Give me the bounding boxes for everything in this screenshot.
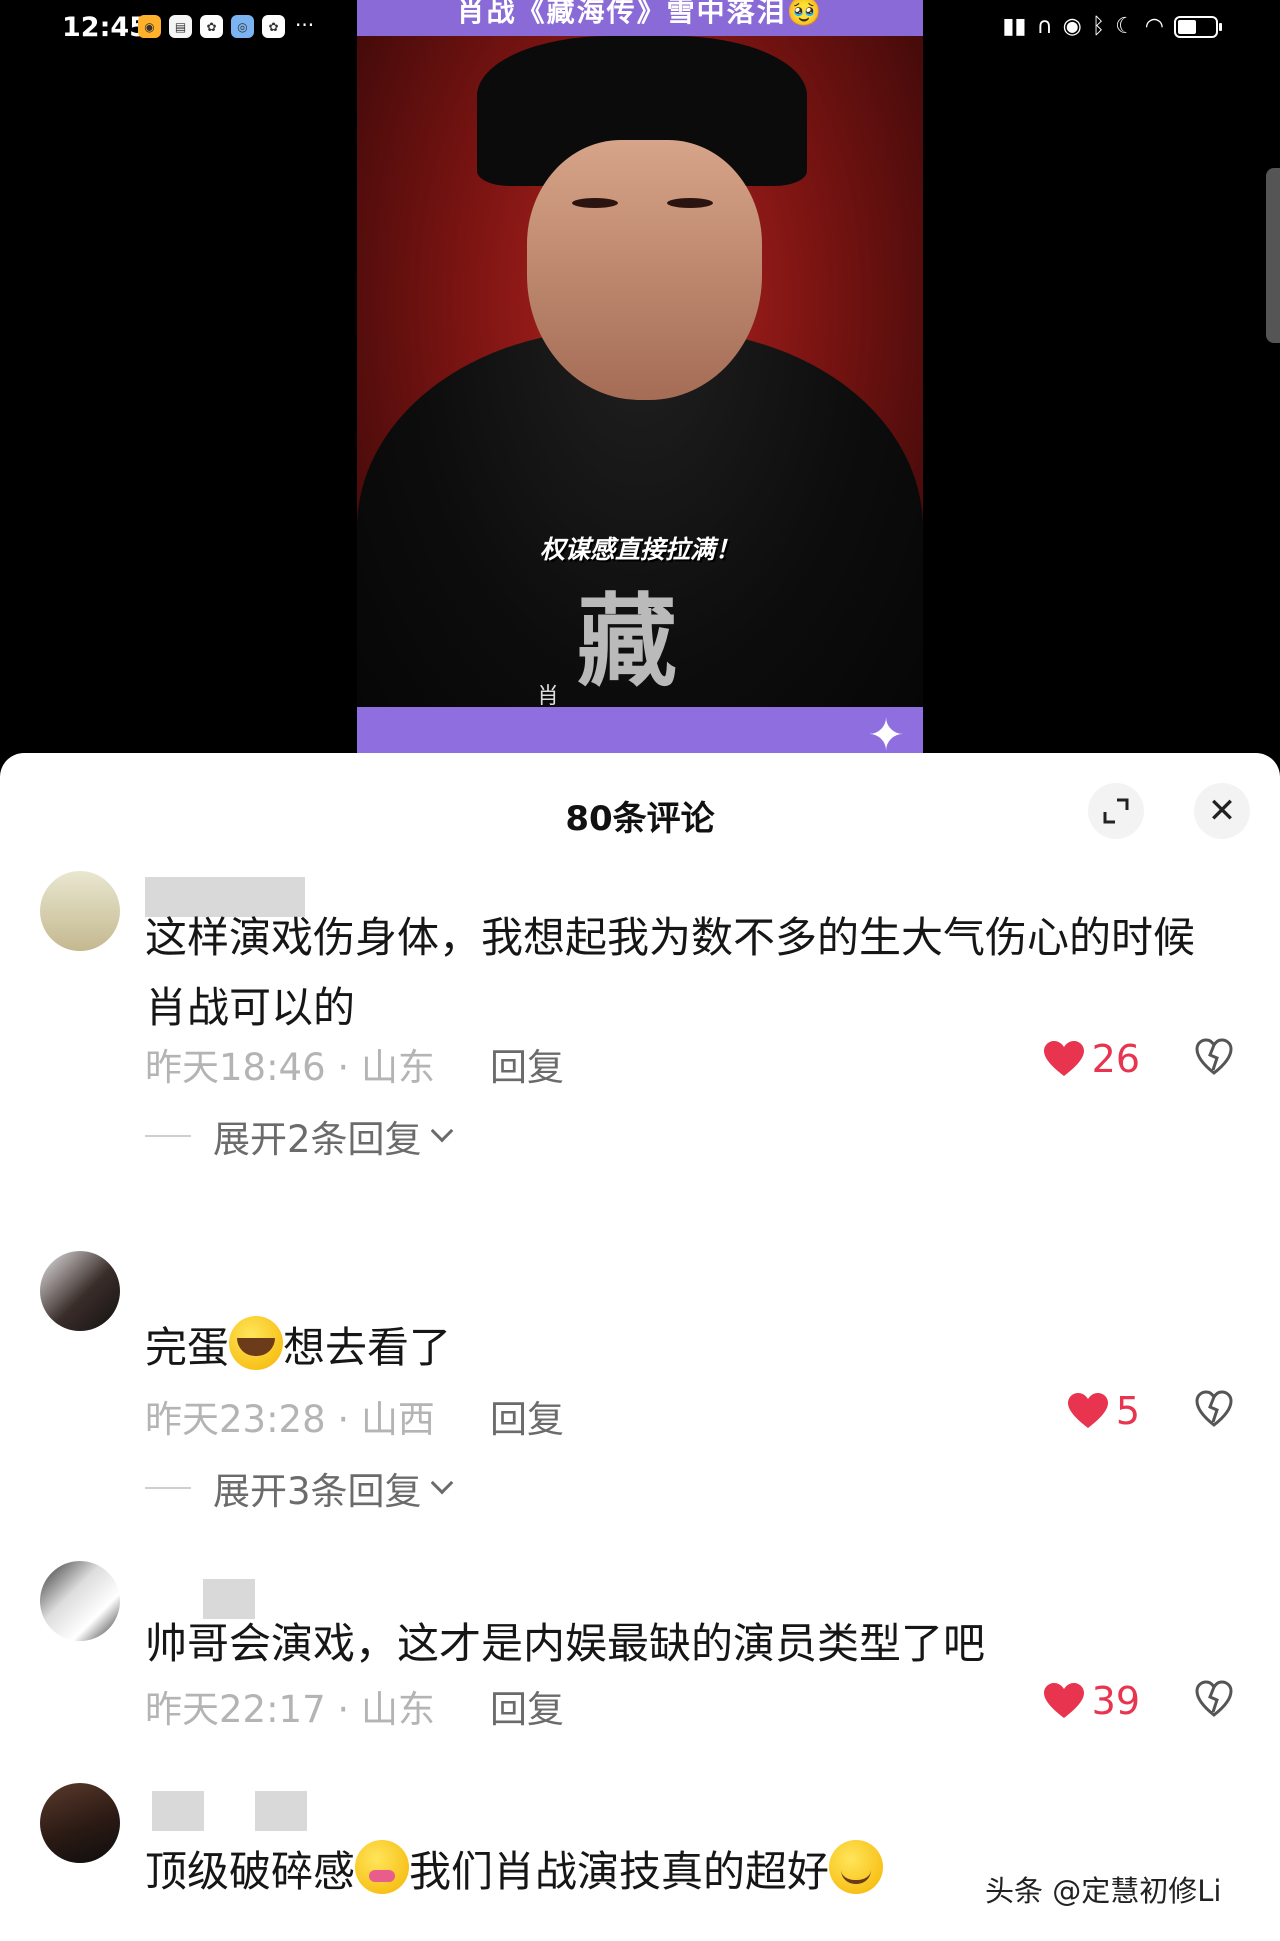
comment-text: 完蛋 想去看了 — [145, 1313, 1245, 1383]
comment-meta: 昨天22:17 · 山东 — [145, 1679, 435, 1733]
notification-icons: ◉ ▤ ✿ ◎ ✿ ··· — [138, 15, 314, 38]
comment-text-part: 完蛋 — [145, 1323, 230, 1372]
comment-location: 山东 — [360, 1688, 435, 1731]
laugh-cry-emoji-icon — [229, 1316, 284, 1370]
sparkle-icon[interactable]: ✦ — [863, 713, 909, 756]
comment-location: 山西 — [360, 1398, 435, 1441]
comment-text: 帅哥会演戏，这才是内娱最缺的演员类型了吧 — [145, 1619, 986, 1668]
eye-icon: ◉ — [1062, 14, 1082, 39]
comment-text-part: 顶级破碎感 — [145, 1847, 356, 1896]
reply-button[interactable]: 回复 — [490, 1389, 564, 1443]
comment-time: 昨天22:17 — [145, 1688, 326, 1731]
weibo-icon: ◉ — [138, 15, 161, 38]
avatar[interactable] — [40, 1251, 120, 1331]
comment-text: 这样演戏伤身体，我想起我为数不多的生大气伤心的时候 肖战可以的 — [145, 913, 1196, 1032]
divider-line — [145, 1135, 191, 1137]
meta-separator: · — [325, 1046, 361, 1089]
heart-icon — [1043, 1041, 1084, 1076]
expand-icon — [1103, 798, 1129, 824]
watermark: 头条 @定慧初修Li — [985, 1874, 1222, 1908]
reply-button[interactable]: 回复 — [490, 1679, 564, 1733]
wifi-icon: ◠ — [1144, 14, 1164, 39]
comment-text-part: 我们肖战演技真的超好 — [409, 1847, 830, 1896]
comment-time: 昨天18:46 — [145, 1046, 326, 1089]
username-blurred[interactable] — [152, 1791, 204, 1831]
headphone-icon: ∩ — [1036, 14, 1053, 39]
like-button[interactable]: 26 — [1043, 1037, 1140, 1081]
divider-line — [145, 1487, 191, 1489]
avatar[interactable] — [40, 1561, 120, 1641]
meta-separator: · — [325, 1398, 361, 1441]
video-figure-eye — [572, 198, 618, 208]
dislike-icon[interactable] — [1194, 1389, 1234, 1429]
reply-button[interactable]: 回复 — [490, 1037, 564, 1091]
video-player[interactable]: 肖战《藏海传》雪中落泪🥹 权谋感直接拉满！ 藏 肖 ✦ — [357, 0, 923, 755]
notes-icon: ▤ — [169, 15, 192, 38]
chevron-down-icon — [430, 1471, 453, 1495]
meta-separator: · — [325, 1688, 361, 1731]
system-icons: ▮▮ ∩ ◉ ᛒ ☾ ◠ — [1002, 14, 1222, 39]
chevron-down-icon — [430, 1119, 453, 1143]
video-figure-face — [527, 140, 762, 400]
expand-replies-button[interactable]: 展开2条回复 — [145, 1109, 453, 1163]
heart-icon — [1043, 1683, 1084, 1718]
comment-meta: 昨天18:46 · 山东 — [145, 1037, 435, 1091]
sim-icon: ▮▮ — [1002, 14, 1027, 39]
video-title-art: 藏 — [577, 582, 677, 700]
status-time: 12:45 — [62, 12, 148, 43]
comment-time: 昨天23:28 — [145, 1398, 326, 1441]
bluetooth-icon: ᛒ — [1091, 14, 1106, 39]
username-blurred[interactable] — [255, 1791, 307, 1831]
baidu-icon: ✿ — [262, 15, 285, 38]
like-count: 39 — [1091, 1679, 1140, 1723]
expand-replies-button[interactable]: 展开3条回复 — [145, 1461, 453, 1515]
comment-location: 山东 — [360, 1046, 435, 1089]
expand-replies-label: 展开2条回复 — [213, 1118, 422, 1161]
holding-tears-emoji-icon — [355, 1840, 410, 1894]
fullscreen-button[interactable] — [1088, 783, 1144, 839]
comment-text-part: 想去看了 — [283, 1323, 452, 1372]
close-icon: ✕ — [1207, 791, 1237, 831]
dislike-icon[interactable] — [1194, 1037, 1234, 1077]
like-count: 5 — [1115, 1389, 1140, 1433]
video-figure-eye — [667, 198, 713, 208]
video-author: 肖 — [537, 684, 560, 709]
smug-emoji-icon — [829, 1840, 884, 1894]
heart-icon — [1067, 1393, 1108, 1428]
avatar[interactable] — [40, 871, 120, 951]
expand-replies-label: 展开3条回复 — [213, 1470, 422, 1513]
comment-meta: 昨天23:28 · 山西 — [145, 1389, 435, 1443]
browser-icon: ◎ — [231, 15, 254, 38]
side-drag-handle[interactable] — [1266, 168, 1280, 343]
comment-sheet: 80条评论 ✕ 这样演戏伤身体，我想起我为数不多的生大气伤心的时候 肖战可以的 … — [0, 753, 1280, 1941]
close-button[interactable]: ✕ — [1194, 783, 1250, 839]
baidu-icon: ✿ — [200, 15, 223, 38]
dislike-icon[interactable] — [1194, 1679, 1234, 1719]
more-notifications-icon: ··· — [295, 13, 315, 37]
moon-icon: ☾ — [1115, 14, 1135, 39]
battery-icon — [1174, 15, 1222, 38]
like-count: 26 — [1091, 1037, 1140, 1081]
avatar[interactable] — [40, 1783, 120, 1863]
like-button[interactable]: 5 — [1067, 1389, 1140, 1433]
video-bottom-banner: ✦ — [357, 707, 923, 755]
like-button[interactable]: 39 — [1043, 1679, 1140, 1723]
status-bar: 12:45 ◉ ▤ ✿ ◎ ✿ ··· ▮▮ ∩ ◉ ᛒ ☾ ◠ — [0, 0, 1280, 60]
